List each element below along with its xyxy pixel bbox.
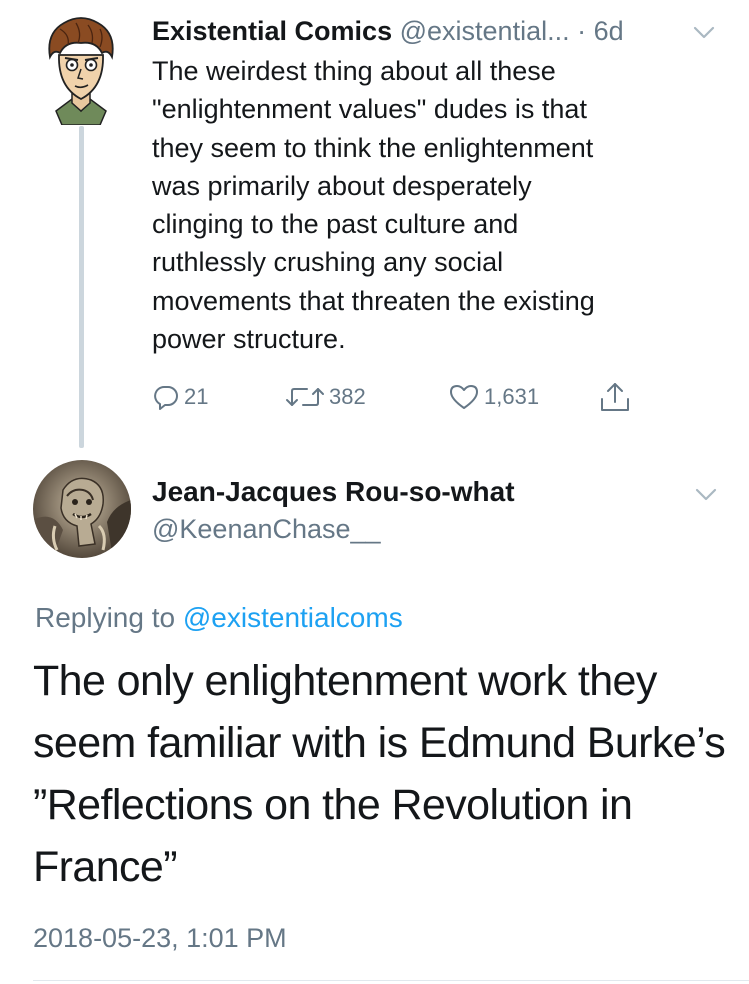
reply-button[interactable]: 21 [152,380,208,414]
tweet2-line: ”Reflections on the Revolution in [33,781,633,829]
tweet1-time[interactable]: · 6d [570,16,624,46]
like-button[interactable]: 1,631 [448,380,539,414]
reply-count: 21 [184,384,209,409]
retweet-button[interactable]: 382 [285,380,366,414]
tweet1-line: clinging to the past culture and [152,209,519,240]
tweet2-line: seem familiar with is Edmund Burke’s [33,719,726,767]
tweet2-handle[interactable]: @KeenanChase__ [152,511,381,547]
tweet1-line: they seem to think the enlightenment [152,132,594,163]
replying-mention-link[interactable]: @existentialcoms [183,602,403,633]
tweet1-line: was primarily about desperately [152,170,532,201]
chevron-down-icon[interactable] [691,22,717,42]
replying-to: Replying to @existentialcoms [35,599,403,637]
tweet1-display-name[interactable]: Existential Comics [152,16,392,46]
tweet1-handle[interactable]: @existential... [400,16,570,46]
tweet1-line: ruthlessly crushing any social [152,247,504,278]
share-button[interactable] [598,380,632,414]
tweet1-line: "enlightenment values" dudes is that [152,94,587,125]
replying-prefix: Replying to [35,602,183,633]
tweet1-line: The weirdest thing about all these [152,56,556,86]
retweet-count: 382 [329,384,366,409]
tweet2-timestamp[interactable]: 2018-05-23, 1:01 PM [33,920,287,956]
tweet2-text: The only enlightenment work they seem fa… [33,650,733,898]
tweet1-line: power structure. [152,324,346,355]
tweet1-header: Existential Comics @existential... · 6d [152,13,722,49]
like-count: 1,631 [484,384,540,409]
reply-icon [152,383,180,411]
thread-line [79,126,84,448]
tweet2-line: The only enlightenment work they [33,657,657,705]
existential-comics-avatar[interactable] [42,15,120,126]
tweet1-line: movements that threaten the existing [152,285,595,316]
divider [33,980,749,981]
retweet-icon [285,383,325,411]
tweet2-line: France” [33,843,178,891]
tweet2-display-name[interactable]: Jean-Jacques Rou-so-what [152,474,515,510]
tweet1-text: The weirdest thing about all these "enli… [152,52,732,358]
chevron-down-icon[interactable] [693,484,719,504]
share-icon [598,381,632,413]
heart-icon [448,383,480,411]
keenan-chase-avatar[interactable] [33,460,131,558]
